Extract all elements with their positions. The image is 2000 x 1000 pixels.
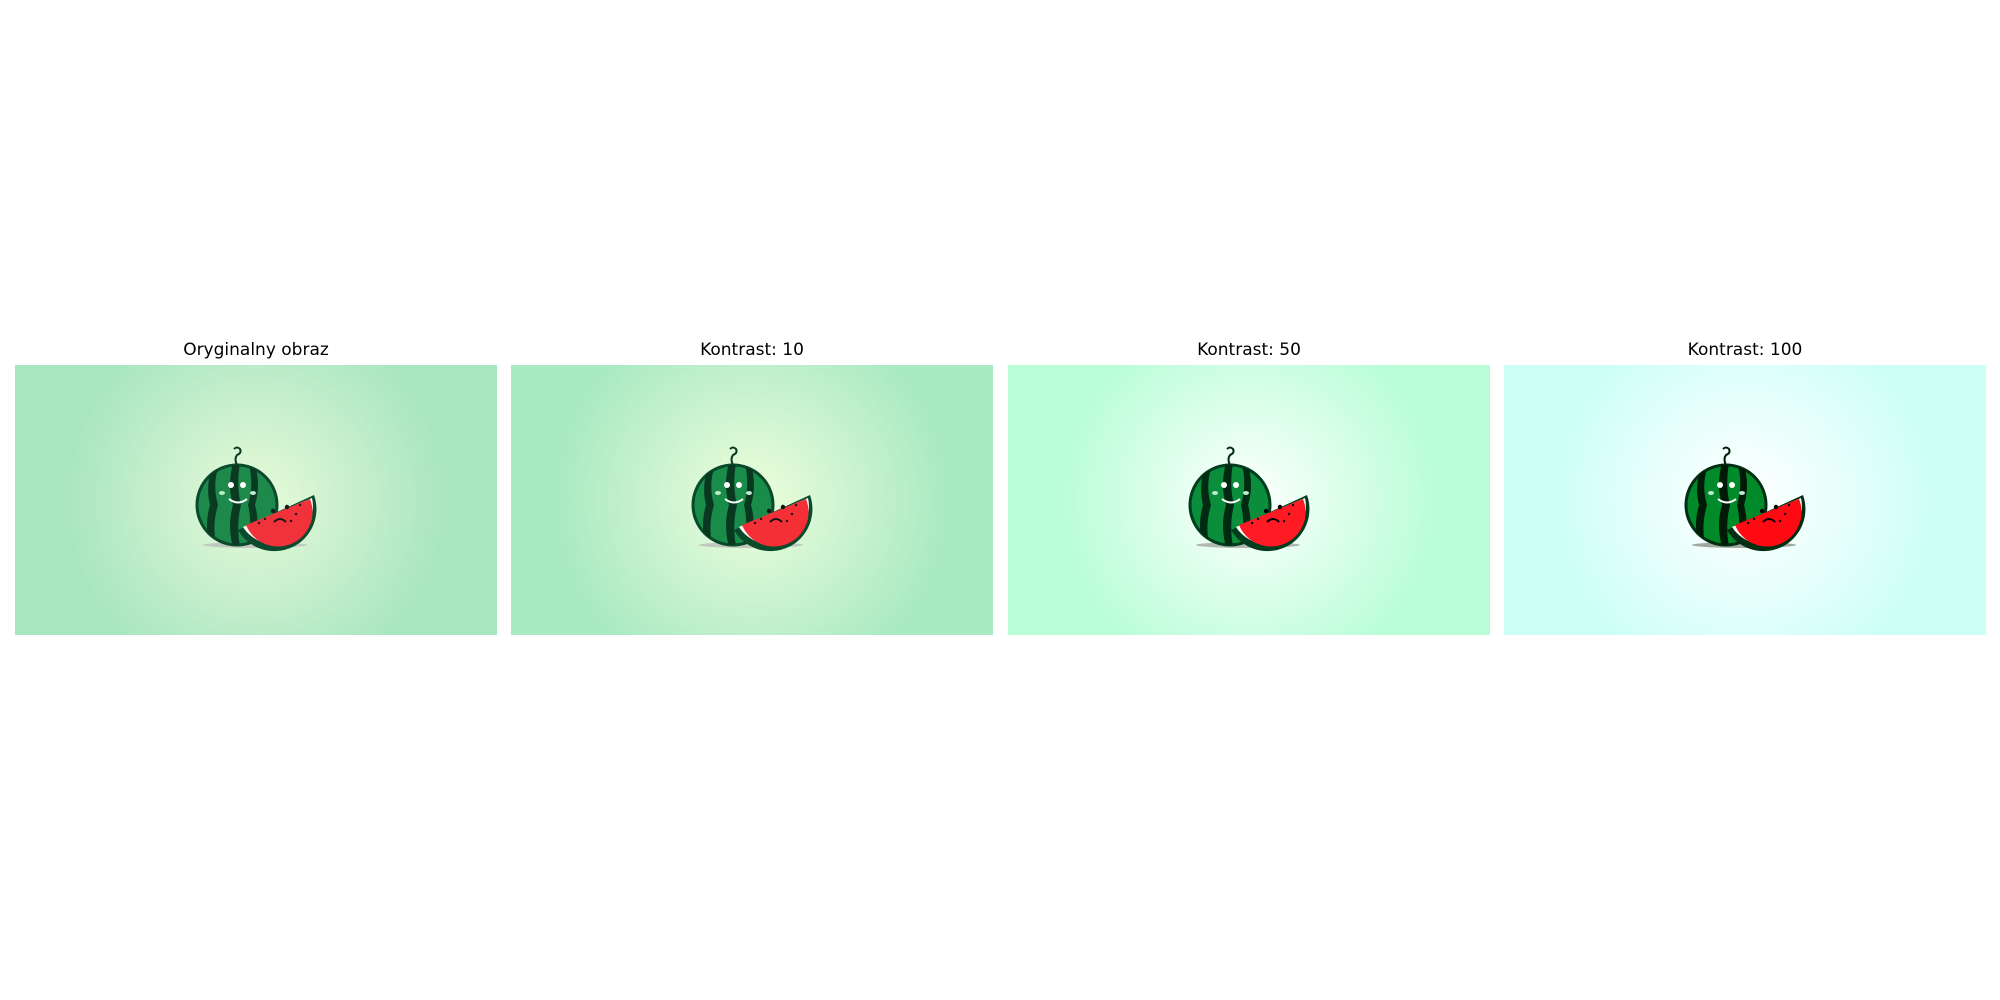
panel-title: Oryginalny obraz	[183, 340, 329, 360]
panel-title: Kontrast: 50	[1197, 340, 1301, 360]
panel-contrast-100: Kontrast: 100	[1504, 335, 1986, 635]
watermelon-image	[511, 365, 993, 635]
watermelon-image	[15, 365, 497, 635]
panel-title: Kontrast: 10	[700, 340, 804, 360]
panel-original: Oryginalny obraz	[15, 335, 497, 635]
panel-title: Kontrast: 100	[1687, 340, 1803, 360]
panel-contrast-10: Kontrast: 10	[511, 335, 993, 635]
watermelon-image	[1504, 365, 1986, 635]
panel-contrast-50: Kontrast: 50	[1008, 335, 1490, 635]
watermelon-image	[1008, 365, 1490, 635]
